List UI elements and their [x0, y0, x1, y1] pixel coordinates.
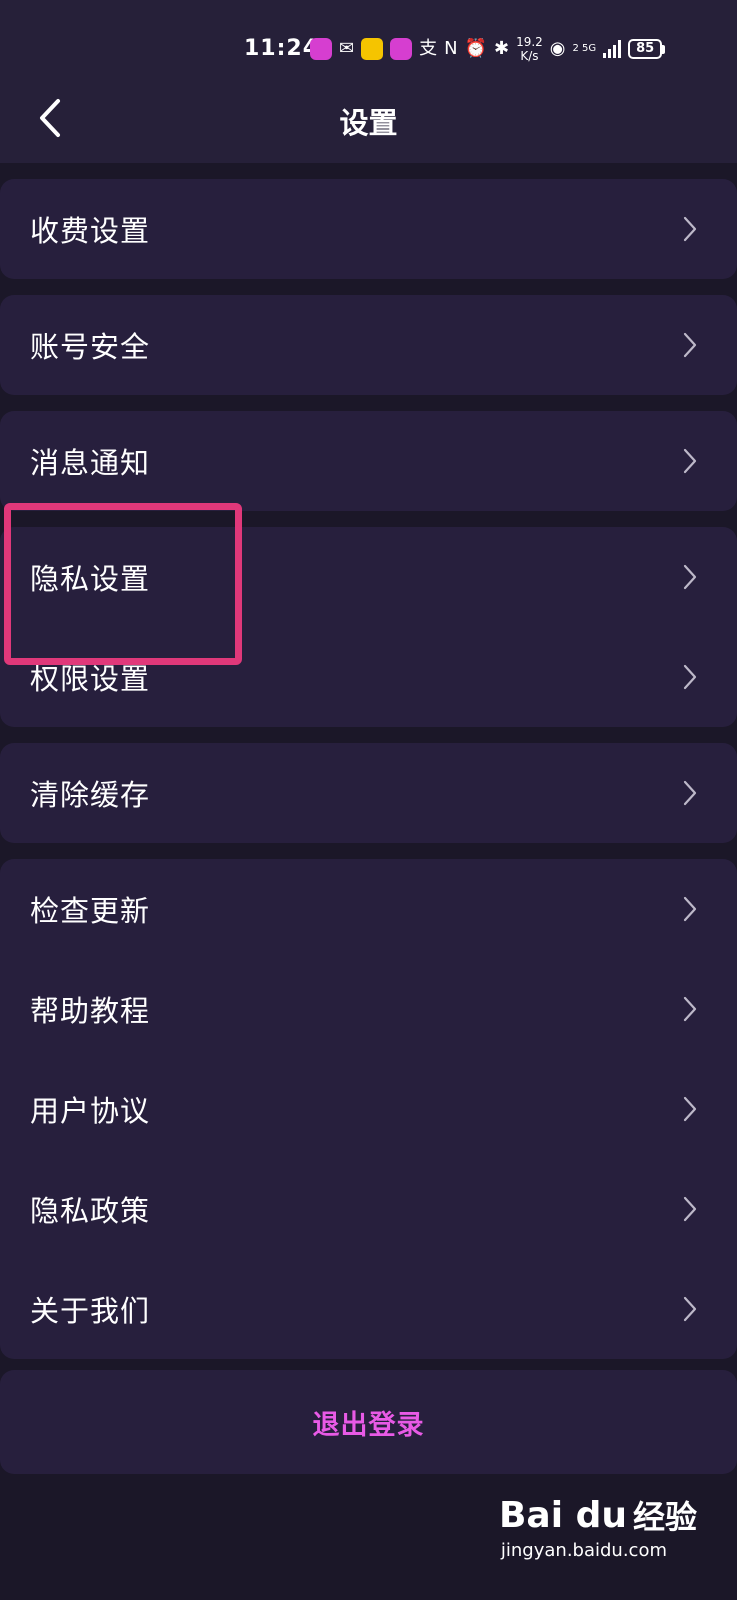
chevron-right-icon [683, 780, 697, 806]
watermark-text: 经验 [632, 1498, 697, 1536]
yy-app-icon [361, 38, 384, 60]
settings-item-label: 清除缓存 [30, 778, 151, 812]
settings-item-label: 帮助教程 [30, 994, 151, 1028]
settings-group: 检查更新 帮助教程 用户协议 隐私政策 关于我们 [0, 859, 737, 1359]
logout-card: 退出登录 [0, 1370, 737, 1474]
settings-group: 清除缓存 [0, 743, 737, 843]
settings-item-check-update[interactable]: 检查更新 [0, 859, 737, 959]
settings-item-privacy-policy[interactable]: 隐私政策 [0, 1159, 737, 1259]
settings-item-label: 收费设置 [30, 214, 151, 248]
settings-item-label: 隐私政策 [30, 1194, 151, 1228]
chevron-right-icon [683, 448, 697, 474]
chevron-right-icon [683, 1096, 697, 1122]
settings-item-account-security[interactable]: 账号安全 [0, 295, 737, 395]
alarm-icon: ⏰ [464, 38, 487, 59]
chevron-right-icon [683, 664, 697, 690]
network-type: 2 5G [572, 43, 597, 54]
chevron-right-icon [683, 332, 697, 358]
chevron-right-icon [683, 996, 697, 1022]
battery-level: 85 [628, 39, 663, 59]
logout-label: 退出登录 [312, 1409, 425, 1441]
app-notification-icon [390, 38, 413, 60]
settings-item-label: 关于我们 [30, 1294, 151, 1328]
settings-group: 消息通知 [0, 411, 737, 511]
settings-item-about[interactable]: 关于我们 [0, 1259, 737, 1359]
alipay-icon: 支 [419, 38, 438, 59]
settings-item-label: 用户协议 [30, 1094, 151, 1128]
settings-item-label: 权限设置 [30, 662, 151, 696]
bluetooth-icon: ✱ [493, 38, 510, 59]
settings-item-label: 检查更新 [30, 894, 151, 928]
chevron-right-icon [683, 896, 697, 922]
status-icons: ✉ 支 N ⏰ ✱ 19.2 K/s ◉ 2 5G 85 [310, 34, 666, 64]
top-bar: 11:24 ✉ 支 N ⏰ ✱ 19.2 K/s ◉ 2 5G 85 设置 [0, 0, 737, 163]
settings-item-permissions[interactable]: 权限设置 [0, 627, 737, 727]
settings-item-clear-cache[interactable]: 清除缓存 [0, 743, 737, 843]
hotspot-icon: ◉ [549, 38, 566, 59]
settings-group: 账号安全 [0, 295, 737, 395]
baidu-logo: Bai du [498, 1494, 627, 1536]
settings-item-fee[interactable]: 收费设置 [0, 179, 737, 279]
settings-item-notifications[interactable]: 消息通知 [0, 411, 737, 511]
settings-group: 隐私设置 权限设置 [0, 527, 737, 727]
settings-item-label: 消息通知 [30, 446, 151, 480]
wechat-icon: ✉ [339, 38, 355, 59]
signal-icon [603, 40, 622, 58]
baidu-jingyan-watermark: Bai du 经验 [499, 1492, 697, 1538]
settings-group: 收费设置 [0, 179, 737, 279]
settings-item-label: 账号安全 [30, 330, 151, 364]
settings-item-user-agreement[interactable]: 用户协议 [0, 1059, 737, 1159]
net-speed: 19.2 K/s [516, 35, 543, 63]
app-notification-icon [310, 38, 332, 60]
battery-icon: 85 [628, 39, 666, 59]
settings-item-help[interactable]: 帮助教程 [0, 959, 737, 1059]
chevron-right-icon [683, 1296, 697, 1322]
settings-item-label: 隐私设置 [30, 562, 151, 596]
settings-item-privacy[interactable]: 隐私设置 [0, 527, 737, 627]
chevron-right-icon [683, 1196, 697, 1222]
chevron-right-icon [683, 564, 697, 590]
watermark-url: jingyan.baidu.com [500, 1540, 667, 1561]
nfc-icon: N [444, 38, 458, 59]
page-title: 设置 [339, 106, 398, 140]
chevron-right-icon [683, 216, 697, 242]
logout-button[interactable]: 退出登录 [0, 1370, 737, 1474]
status-time: 11:24 [244, 36, 320, 61]
